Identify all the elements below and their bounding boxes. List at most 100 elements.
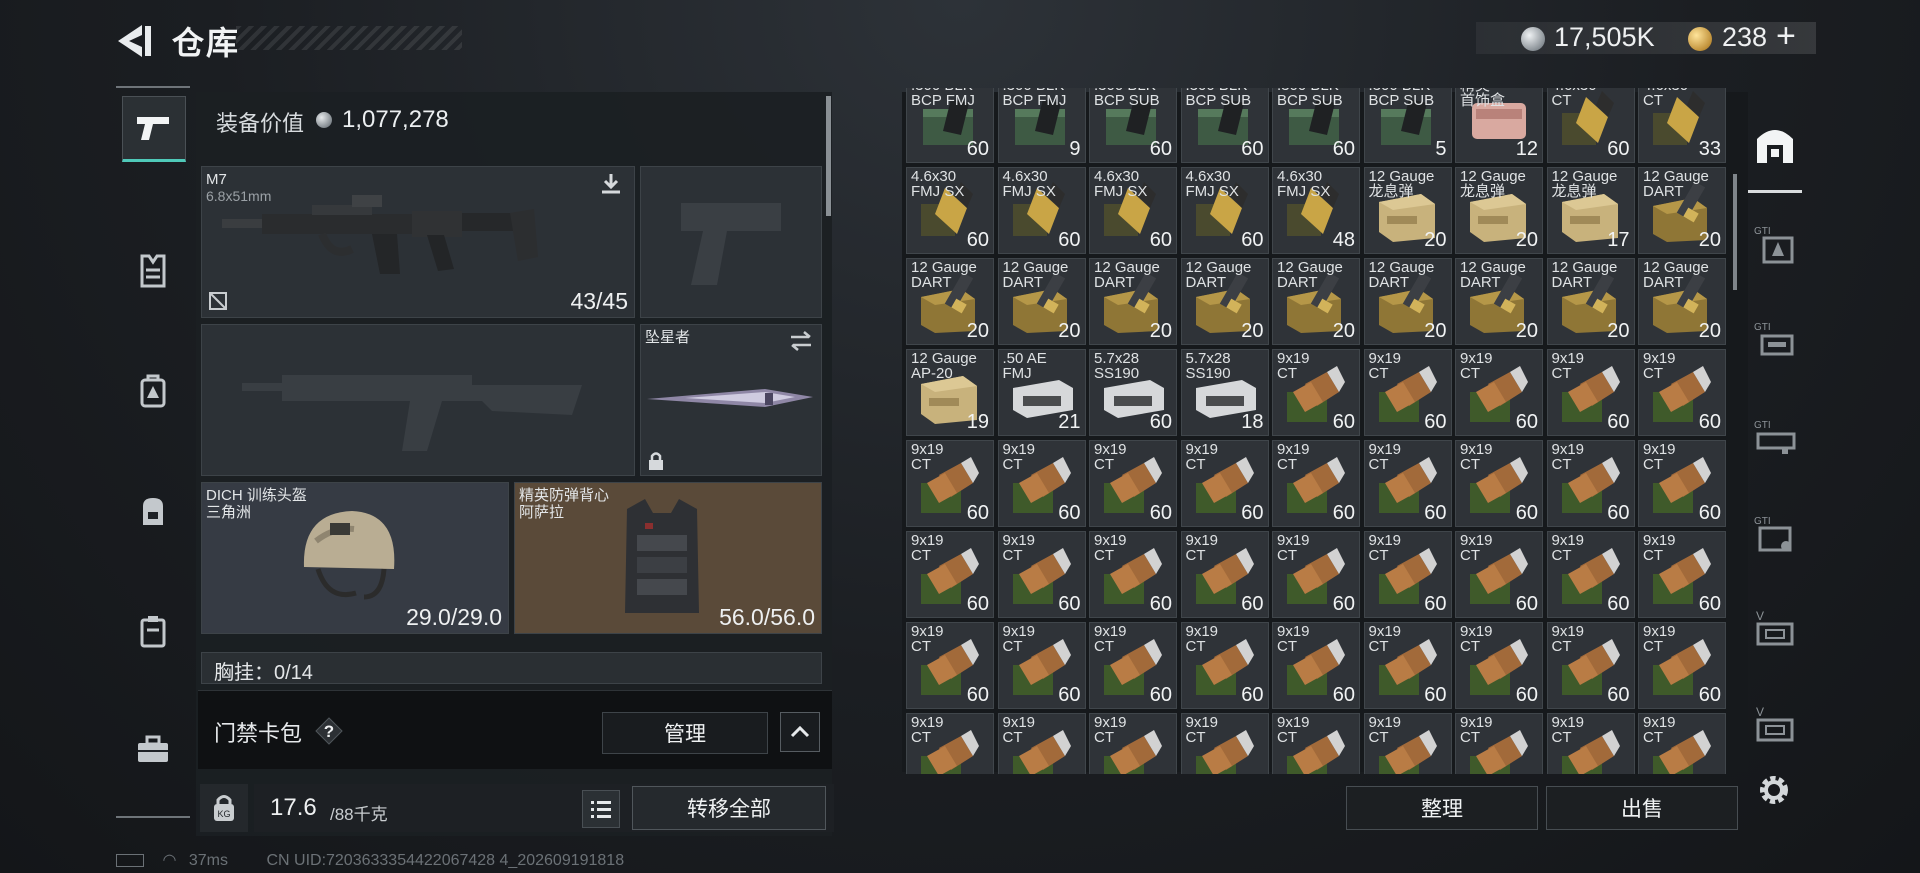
inventory-item[interactable]: 9x19 CT 60 [1363, 440, 1452, 527]
inventory-item[interactable]: 9x19 CT 60 [1638, 622, 1726, 709]
inventory-item[interactable]: .300 BLK BCP FMJ 60 [906, 88, 994, 163]
inventory-item[interactable]: 12 Gauge 龙息弹 20 [1455, 167, 1543, 254]
sell-button[interactable]: 出售 [1546, 786, 1738, 830]
inventory-scrollbar[interactable] [1733, 174, 1737, 290]
inventory-item[interactable]: 9x19 CT 60 [1638, 531, 1726, 618]
inventory-item[interactable]: 9x19 CT [1455, 713, 1543, 774]
inventory-item[interactable]: 9x19 CT 60 [906, 622, 994, 709]
secondary-weapon-slot[interactable] [640, 166, 822, 318]
add-gold-button[interactable]: + [1776, 17, 1796, 56]
inventory-item[interactable]: 12 Gauge DART 20 [997, 258, 1086, 345]
inventory-item[interactable]: 12 Gauge DART 20 [1638, 167, 1726, 254]
inventory-item[interactable]: 9x19 CT 60 [1272, 622, 1360, 709]
primary-weapon-slot[interactable]: M7 6.8x51mm 43/45 [201, 166, 635, 318]
help-button[interactable]: ? [314, 716, 344, 746]
transfer-all-button[interactable]: 转移全部 [632, 786, 826, 830]
inventory-item[interactable]: 9x19 CT 60 [1363, 349, 1452, 436]
inventory-item[interactable]: 9x19 CT 60 [1180, 440, 1269, 527]
inventory-item[interactable]: 9x19 CT [1363, 713, 1452, 774]
inventory-item[interactable]: 4.6x30 FMJ SX 60 [997, 167, 1086, 254]
inventory-item[interactable]: 9x19 CT 60 [1455, 622, 1543, 709]
manage-button[interactable]: 管理 [602, 712, 768, 754]
inventory-item[interactable]: 9x19 CT 60 [1272, 531, 1360, 618]
inventory-item[interactable]: 4.6x30 FMJ SX 60 [1180, 167, 1269, 254]
inventory-item[interactable]: 12 Gauge DART 20 [1272, 258, 1360, 345]
inventory-item[interactable]: 4.6x30 CT 60 [1546, 88, 1635, 163]
inventory-item[interactable]: .300 BLK BCP SUB 60 [1180, 88, 1269, 163]
inventory-item[interactable]: 9x19 CT [1546, 713, 1635, 774]
settings-button[interactable] [1752, 768, 1796, 812]
inventory-item[interactable]: 5.7x28 SS190 18 [1180, 349, 1269, 436]
tab-warehouse-home[interactable] [1748, 100, 1802, 193]
equipment-scrollbar[interactable] [826, 96, 831, 216]
inventory-item[interactable]: 9x19 CT 60 [1546, 349, 1635, 436]
inventory-item[interactable]: 12 Gauge 龙息弹 20 [1363, 167, 1452, 254]
inventory-item[interactable]: 12 Gauge DART 20 [1455, 258, 1543, 345]
inventory-item[interactable]: 12 Gauge 龙息弹 17 [1546, 167, 1635, 254]
inventory-item[interactable]: 9x19 CT 60 [997, 440, 1086, 527]
collapse-button[interactable] [780, 712, 820, 752]
inventory-item[interactable]: 9x19 CT 60 [997, 622, 1086, 709]
inventory-item[interactable]: 9x19 CT 60 [1546, 531, 1635, 618]
chest-rig-slot[interactable]: 胸挂：0/14 [201, 652, 822, 684]
tab-gti-storage-4[interactable]: GTI [1748, 490, 1802, 580]
inventory-item[interactable]: 4.6x30 FMJ SX 60 [906, 167, 994, 254]
inventory-item[interactable]: 9x19 CT [1180, 713, 1269, 774]
tab-gti-storage-1[interactable]: GTI [1748, 200, 1802, 290]
inventory-item[interactable]: 12 Gauge DART 20 [1180, 258, 1269, 345]
body-armor-slot[interactable]: 精英防弹背心 阿萨拉 56.0/56.0 [514, 482, 822, 634]
inventory-item[interactable]: 9x19 CT [1638, 713, 1726, 774]
nav-backpack[interactable] [122, 480, 184, 542]
inventory-item[interactable]: 9x19 CT 60 [1638, 349, 1726, 436]
inventory-item[interactable]: .300 BLK BCP SUB 60 [1272, 88, 1360, 163]
nav-container[interactable] [122, 600, 184, 662]
inventory-item[interactable]: 9x19 CT 60 [1180, 531, 1269, 618]
inventory-item[interactable]: 9x19 CT 60 [1455, 531, 1543, 618]
inventory-item[interactable]: 9x19 CT [1089, 713, 1177, 774]
inventory-item[interactable]: 9x19 CT 60 [1638, 440, 1726, 527]
inventory-item[interactable]: 9x19 CT 60 [1363, 531, 1452, 618]
inventory-item[interactable]: 5.7x28 SS190 60 [1089, 349, 1177, 436]
inventory-item[interactable]: 9x19 CT 60 [906, 531, 994, 618]
nav-rig[interactable] [122, 360, 184, 422]
inventory-item[interactable]: 9x19 CT 60 [1363, 622, 1452, 709]
inventory-item[interactable]: 9x19 CT 60 [1089, 440, 1177, 527]
inventory-item[interactable]: 12 Gauge DART 20 [1363, 258, 1452, 345]
secondary-primary-slot[interactable] [201, 324, 635, 476]
inventory-item[interactable]: 9x19 CT 60 [1089, 622, 1177, 709]
inventory-item[interactable]: 12 Gauge DART 20 [1638, 258, 1726, 345]
inventory-item[interactable]: .50 AE FMJ 21 [997, 349, 1086, 436]
inventory-item[interactable]: 9x19 CT [906, 713, 994, 774]
inventory-item[interactable]: 9x19 CT [1272, 713, 1360, 774]
nav-weapons[interactable] [122, 96, 186, 162]
inventory-item[interactable]: 9x19 CT 60 [1455, 440, 1543, 527]
inventory-item[interactable]: .300 BLK BCP FMJ 9 [997, 88, 1086, 163]
inventory-item[interactable]: 9x19 CT 60 [1272, 349, 1360, 436]
inventory-item[interactable]: 9x19 CT 60 [1546, 622, 1635, 709]
inventory-item[interactable]: 9x19 CT 60 [1272, 440, 1360, 527]
lock-weight-button[interactable]: KG [200, 784, 248, 832]
melee-slot[interactable]: 坠星者 [640, 324, 822, 476]
inventory-item[interactable]: 9x19 CT 60 [906, 440, 994, 527]
inventory-item[interactable]: 12 Gauge AP-20 19 [906, 349, 994, 436]
inventory-item[interactable]: 12 Gauge DART 20 [1089, 258, 1177, 345]
inventory-item[interactable]: 9x19 CT 60 [1089, 531, 1177, 618]
tab-gti-storage-3[interactable]: GTI [1748, 394, 1802, 484]
tab-v-storage-1[interactable]: V [1748, 584, 1802, 674]
inventory-item[interactable]: 9x19 CT 60 [1455, 349, 1543, 436]
helmet-slot[interactable]: DICH 训练头盔 三角洲 29.0/29.0 [201, 482, 509, 634]
inventory-item[interactable]: 4.6x30 FMJ SX 60 [1089, 167, 1177, 254]
inventory-item[interactable]: 9x19 CT [997, 713, 1086, 774]
back-button[interactable] [112, 18, 158, 64]
inventory-item[interactable]: 9x19 CT 60 [1546, 440, 1635, 527]
inventory-item[interactable]: 4.6x30 CT 33 [1638, 88, 1726, 163]
tidy-button[interactable]: 整理 [1346, 786, 1538, 830]
nav-armor[interactable] [122, 240, 184, 302]
inventory-item[interactable]: 4.6x30 FMJ SX 48 [1272, 167, 1360, 254]
list-view-button[interactable] [582, 790, 620, 828]
inventory-item[interactable]: 12 Gauge DART 20 [1546, 258, 1635, 345]
inventory-item[interactable]: 精美 首饰盒 12 [1455, 88, 1543, 163]
nav-toolbox[interactable] [122, 718, 184, 780]
inventory-item[interactable]: .300 BLK BCP SUB 60 [1089, 88, 1177, 163]
tab-v-storage-2[interactable]: V [1748, 680, 1802, 770]
